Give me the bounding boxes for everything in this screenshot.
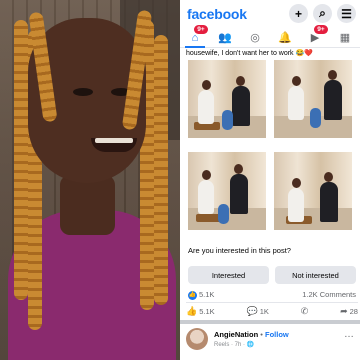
share-button[interactable]: ➦ 28 [340,306,358,317]
interested-button[interactable]: Interested [188,266,269,284]
author-name[interactable]: AngieNation [214,330,258,339]
friends-icon: 👥 [218,32,232,44]
create-plus-icon[interactable]: + [289,4,308,23]
screen: facebook + ⌕ ☰ ⌂ 9+ 👥 ◎ 🔔 ▶ 9+ ▦ housewi… [0,0,360,360]
comment-count: 1K [259,307,269,316]
interest-question: Are you interested in this post? [188,246,291,255]
eye [73,88,93,96]
tab-messenger[interactable]: ◎ [245,29,265,47]
follow-button[interactable]: Follow [265,330,289,339]
tab-home[interactable]: ⌂ 9+ [185,24,208,48]
comment-button[interactable]: 💬 1K [246,306,268,317]
post-meta: Reels · 7h · 🌐 [214,342,255,348]
braid [154,35,168,305]
like-button[interactable]: 👍 5.1K [186,306,215,317]
share-arrow-icon: ➦ [340,306,348,316]
post-author-line: AngieNation • Follow [214,330,289,339]
reactions-count: 5.1K [199,290,215,299]
person-neck [60,175,115,235]
post-photo[interactable] [272,58,354,140]
teeth [95,138,133,143]
comments-count[interactable]: 1.2K Comments [302,290,356,300]
bell-icon: 🔔 [278,32,292,44]
post-photo[interactable] [186,58,268,140]
webcam-view [0,0,180,360]
post-photo[interactable] [186,150,268,232]
facebook-logo[interactable]: facebook [187,6,247,22]
post-stats: 👍 5.1K 1.2K Comments [188,290,356,300]
like-count: 5.1K [199,307,215,316]
top-actions: + ⌕ ☰ [289,4,356,23]
feed-divider [180,320,360,324]
next-post-header: AngieNation • Follow Reels · 7h · 🌐 … [186,326,358,356]
thumbs-up-icon: 👍 [186,306,198,316]
search-icon[interactable]: ⌕ [313,4,332,23]
avatar[interactable] [186,328,208,350]
tab-marketplace[interactable]: ▦ [335,29,355,47]
share-count: 28 [349,307,358,316]
whatsapp-icon: ✆ [300,306,309,316]
more-options-icon[interactable]: … [344,329,354,340]
post-caption: housewife, I don't want her to work 😂❤️ [186,50,313,57]
reactions-summary[interactable]: 👍 5.1K [188,290,214,300]
like-reaction-icon: 👍 [188,290,197,300]
tab-video[interactable]: ▶ 9+ [305,24,328,47]
messenger-icon: ◎ [250,32,260,44]
braid [14,20,28,300]
marketplace-icon: ▦ [339,32,351,44]
not-interested-button[interactable]: Not interested [275,266,356,284]
post-photo[interactable] [272,150,354,232]
top-bar: facebook + ⌕ ☰ [180,0,360,28]
separator: • [260,330,263,339]
whatsapp-share-button[interactable]: ✆ [301,306,309,317]
post-actions: 👍 5.1K 💬 1K ✆ ➦ 28 [186,302,358,318]
notification-badge: 9+ [314,24,328,34]
notification-badge: 9+ [194,24,208,34]
tab-friends[interactable]: 👥 [215,29,235,47]
menu-icon[interactable]: ☰ [337,4,356,23]
nav-tabs: ⌂ 9+ 👥 ◎ 🔔 ▶ 9+ ▦ [180,24,360,48]
facebook-app: facebook + ⌕ ☰ ⌂ 9+ 👥 ◎ 🔔 ▶ 9+ ▦ housewi… [180,0,360,360]
interest-buttons: Interested Not interested [188,266,356,284]
tab-notifications[interactable]: 🔔 [275,29,295,47]
post-photo-grid[interactable] [186,58,356,234]
comment-icon: 💬 [246,306,258,316]
